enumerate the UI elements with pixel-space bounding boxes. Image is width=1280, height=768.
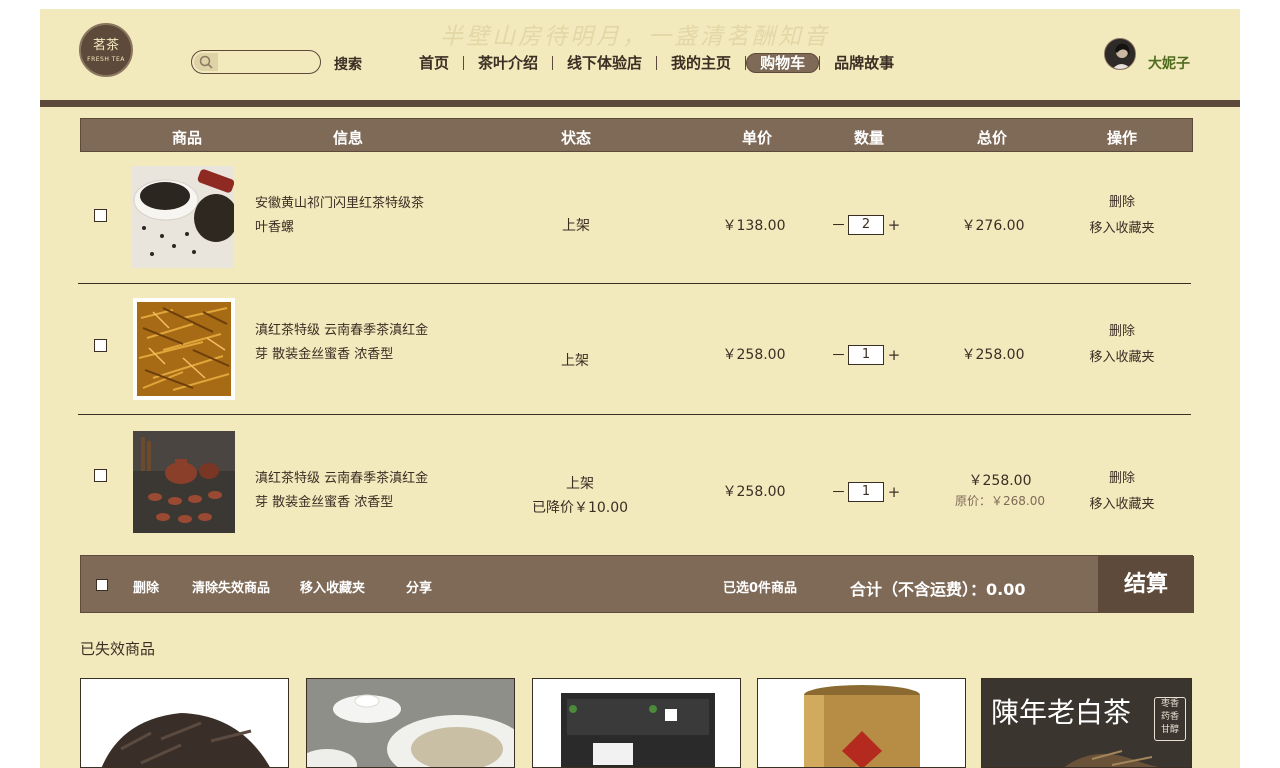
search-icon[interactable] (194, 53, 218, 71)
unit-price: ￥258.00 (722, 484, 786, 500)
col-product: 商品 (171, 129, 203, 147)
quantity-stepper: － 2 + (831, 214, 901, 235)
product-name-line: 叶香螺 (255, 220, 295, 235)
product-status: 上架 (562, 218, 590, 234)
search-box (191, 50, 321, 74)
qty-minus-button[interactable]: － (831, 214, 846, 235)
move-to-favorites-link[interactable]: 移入收藏夹 (1089, 492, 1154, 518)
move-to-favorites-link[interactable]: 移入收藏夹 (1089, 216, 1154, 242)
username[interactable]: 大妮子 (1148, 53, 1190, 73)
cart-footer-bar: 删除 清除失效商品 移入收藏夹 分享 已选0件商品 合计（不含运费）：0.00 … (80, 555, 1194, 613)
product-name[interactable]: 滇红茶特级 云南春季茶滇红金 芽 散装金丝蜜香 浓香型 (255, 319, 455, 367)
nav-offline-store[interactable]: 线下体验店 (553, 53, 656, 73)
product-name-line: 芽 散装金丝蜜香 浓香型 (255, 495, 394, 510)
cart-total: 合计（不含运费）：0.00 (850, 580, 1026, 599)
avatar-image (1105, 39, 1135, 69)
quantity-stepper: － 1 + (831, 344, 901, 365)
avatar[interactable] (1104, 38, 1136, 70)
tile-tag: 枣香 药香 甘醇 (1154, 697, 1186, 741)
nav-my-home[interactable]: 我的主页 (657, 53, 745, 73)
original-price: 原价：￥268.00 (955, 494, 1045, 508)
clear-invalid-button[interactable]: 清除失效商品 (192, 577, 270, 596)
delete-link[interactable]: 删除 (1089, 319, 1154, 345)
logo[interactable]: 茗茶 FRESH TEA (79, 23, 133, 77)
unit-price: ￥138.00 (722, 218, 786, 234)
cart-row: 滇红茶特级 云南春季茶滇红金 芽 散装金丝蜜香 浓香型 上架 已降价￥10.00… (78, 415, 1191, 551)
row-checkbox[interactable] (94, 469, 107, 482)
invalid-item-tile[interactable] (532, 678, 741, 768)
invalid-items-title: 已失效商品 (80, 640, 156, 658)
invalid-item-tile[interactable]: 陳年老白茶 枣香 药香 甘醇 (981, 678, 1192, 768)
product-thumbnail[interactable] (133, 431, 235, 533)
qty-input[interactable]: 2 (848, 214, 884, 235)
col-quantity: 数量 (853, 129, 885, 147)
invalid-item-tile[interactable] (757, 678, 966, 768)
move-to-favorites-link[interactable]: 移入收藏夹 (1089, 345, 1154, 371)
header-divider (40, 100, 1240, 107)
product-status: 上架 (561, 353, 589, 369)
cart-row: 安徽黄山祁门闪里红茶特级茶 叶香螺 上架 ￥138.00 － 2 + ￥276.… (78, 152, 1191, 284)
cart-table-header: 商品 信息 状态 单价 数量 总价 操作 (80, 118, 1193, 152)
cart-row: 滇红茶特级 云南春季茶滇红金 芽 散装金丝蜜香 浓香型 上架 ￥258.00 －… (78, 284, 1191, 415)
row-checkbox[interactable] (94, 209, 107, 222)
product-name[interactable]: 滇红茶特级 云南春季茶滇红金 芽 散装金丝蜜香 浓香型 (255, 467, 455, 515)
product-name-line: 滇红茶特级 云南春季茶滇红金 (255, 323, 429, 338)
slogan: 半壁山房待明月，一盏清茗酬知音 (440, 24, 830, 50)
logo-text: 茗茶 (92, 38, 119, 53)
col-total: 总价 (976, 129, 1008, 147)
search-button[interactable]: 搜索 (334, 54, 362, 74)
quantity-stepper: － 1 + (831, 481, 901, 502)
row-checkbox[interactable] (94, 339, 107, 352)
nav-brand-story[interactable]: 品牌故事 (820, 53, 908, 73)
col-actions: 操作 (1106, 129, 1138, 147)
product-thumbnail[interactable] (133, 298, 235, 400)
tile-leaves (1064, 750, 1159, 767)
tile-title: 陳年老白茶 (991, 696, 1132, 729)
product-status: 上架 (566, 476, 594, 492)
invalid-item-tile[interactable] (306, 678, 515, 768)
checkout-button[interactable]: 结算 (1098, 556, 1194, 613)
row-actions: 删除 移入收藏夹 (1089, 319, 1154, 371)
qty-minus-button[interactable]: － (831, 344, 846, 365)
qty-plus-button[interactable]: + (887, 346, 901, 364)
selected-count: 已选0件商品 (723, 581, 798, 596)
bulk-move-favorite-button[interactable]: 移入收藏夹 (300, 577, 365, 596)
price-drop-note: 已降价￥10.00 (531, 500, 629, 516)
qty-plus-button[interactable]: + (887, 483, 901, 501)
row-actions: 删除 移入收藏夹 (1089, 466, 1154, 518)
search-input[interactable] (220, 53, 320, 72)
product-status-cell: 上架 已降价￥10.00 (532, 472, 628, 520)
qty-input[interactable]: 1 (848, 344, 884, 365)
product-name-line: 安徽黄山祁门闪里红茶特级茶 (255, 196, 425, 211)
invalid-item-tile[interactable] (80, 678, 289, 768)
row-total: ￥258.00 (961, 347, 1025, 363)
nav-tea-intro[interactable]: 茶叶介绍 (464, 53, 552, 73)
qty-input[interactable]: 1 (848, 481, 884, 502)
unit-price: ￥258.00 (722, 347, 786, 363)
qty-minus-button[interactable]: － (831, 481, 846, 502)
col-status: 状态 (560, 129, 592, 147)
select-all-checkbox[interactable] (96, 579, 108, 591)
share-button[interactable]: 分享 (406, 577, 432, 596)
bulk-delete-button[interactable]: 删除 (133, 577, 159, 596)
delete-link[interactable]: 删除 (1089, 466, 1154, 492)
row-total: ￥276.00 (961, 218, 1025, 234)
col-unit-price: 单价 (741, 129, 773, 147)
qty-plus-button[interactable]: + (887, 216, 901, 234)
nav-home[interactable]: 首页 (405, 53, 463, 73)
logo-subtext: FRESH TEA (87, 56, 125, 63)
page: 半壁山房待明月，一盏清茗酬知音 茗茶 FRESH TEA 搜索 首页 茶叶介绍 … (40, 9, 1240, 768)
row-total-cell: ￥258.00 原价：￥268.00 (955, 471, 1045, 511)
delete-link[interactable]: 删除 (1089, 190, 1154, 216)
col-info: 信息 (332, 129, 364, 147)
product-name-line: 滇红茶特级 云南春季茶滇红金 (255, 471, 429, 486)
main-nav: 首页 茶叶介绍 线下体验店 我的主页 购物车 品牌故事 (405, 52, 908, 74)
row-total: ￥258.00 (968, 473, 1032, 489)
product-name[interactable]: 安徽黄山祁门闪里红茶特级茶 叶香螺 (255, 192, 455, 240)
product-name-line: 芽 散装金丝蜜香 浓香型 (255, 347, 394, 362)
row-actions: 删除 移入收藏夹 (1089, 190, 1154, 242)
nav-cart[interactable]: 购物车 (746, 53, 820, 73)
product-thumbnail[interactable] (132, 166, 234, 268)
